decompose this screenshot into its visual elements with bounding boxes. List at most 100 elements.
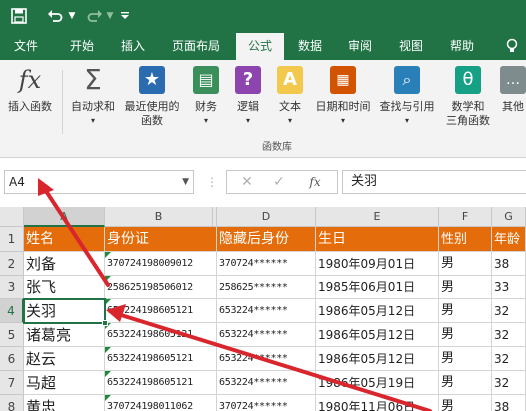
cell-hidden-id[interactable]: 653224****** — [217, 347, 316, 371]
name-box[interactable]: A4 ▼ — [4, 170, 194, 194]
tab-insert[interactable]: 插入 — [110, 33, 156, 60]
formula-bar-grip[interactable]: ⋮ — [206, 175, 218, 189]
enter-icon[interactable]: ✓ — [267, 171, 291, 193]
cell-name[interactable]: 张飞 — [24, 276, 105, 299]
lightbulb-icon[interactable] — [500, 33, 524, 60]
header-cell-name[interactable]: 姓名 — [24, 227, 105, 252]
tab-data[interactable]: 数据 — [288, 33, 332, 60]
fill-handle[interactable] — [102, 320, 108, 326]
autosum-button[interactable]: Σ 自动求和 ▾ — [66, 66, 120, 136]
cell-sex[interactable]: 男 — [439, 371, 492, 395]
select-all-corner[interactable] — [0, 207, 24, 227]
column-header-b[interactable]: B — [105, 207, 213, 227]
save-icon[interactable] — [8, 6, 30, 26]
cell-age[interactable]: 32 — [492, 299, 526, 323]
date-time-button[interactable]: ▦ 日期和时间 ▾ — [312, 66, 374, 136]
financial-button[interactable]: ▤ 财务 ▾ — [186, 66, 226, 136]
header-cell-id[interactable]: 身份证 — [105, 227, 217, 252]
lookup-reference-button[interactable]: ⌕ 查找与引用 ▾ — [376, 66, 438, 136]
insert-function-button[interactable]: fx 插入函数 — [4, 66, 56, 136]
header-cell-birthday[interactable]: 生日 — [316, 227, 439, 252]
undo-dropdown-icon[interactable]: ▼ — [66, 6, 78, 26]
tab-home[interactable]: 开始 — [54, 33, 110, 60]
cell-sex[interactable]: 男 — [439, 276, 492, 299]
cell-sex[interactable]: 男 — [439, 395, 492, 411]
formula-input[interactable]: 关羽 — [342, 170, 526, 194]
cell-birthday[interactable]: 1985年06月01日 — [316, 276, 439, 299]
tab-help[interactable]: 帮助 — [440, 33, 484, 60]
cell-age[interactable]: 38 — [492, 395, 526, 411]
cell-id[interactable]: 653224198605121 — [105, 371, 217, 395]
cell-birthday[interactable]: 1986年05月12日 — [316, 347, 439, 371]
column-header-d[interactable]: D — [217, 207, 316, 227]
row-header-6[interactable]: 6 — [0, 347, 24, 371]
cell-sex[interactable]: 男 — [439, 299, 492, 323]
cell-birthday[interactable]: 1980年11月06日 — [316, 395, 439, 411]
cell-name[interactable]: 赵云 — [24, 347, 105, 371]
chevron-down-icon: ▾ — [203, 116, 208, 125]
row-header-3[interactable]: 3 — [0, 276, 24, 299]
header-cell-age[interactable]: 年龄 — [492, 227, 526, 252]
chevron-down-icon[interactable]: ▼ — [182, 171, 189, 193]
cell-id[interactable]: 258625198506012 — [105, 276, 217, 299]
undo-icon[interactable] — [44, 6, 66, 26]
customize-toolbar-icon[interactable] — [118, 6, 132, 26]
text-button[interactable]: A 文本 ▾ — [270, 66, 310, 136]
cell-name[interactable]: 诸葛亮 — [24, 323, 105, 347]
row-header-5[interactable]: 5 — [0, 323, 24, 347]
cell-name[interactable]: 刘备 — [24, 252, 105, 276]
cell-sex[interactable]: 男 — [439, 323, 492, 347]
cell-name[interactable]: 黄忠 — [24, 395, 105, 411]
cell-sex[interactable]: 男 — [439, 347, 492, 371]
cell-hidden-id[interactable]: 653224****** — [217, 323, 316, 347]
cell-name[interactable]: 马超 — [24, 371, 105, 395]
cell-age[interactable]: 32 — [492, 371, 526, 395]
column-header-a[interactable]: A — [24, 207, 105, 227]
row-header-8[interactable]: 8 — [0, 395, 24, 411]
cell-id[interactable]: 370724198009012 — [105, 252, 217, 276]
cell-hidden-id[interactable]: 653224****** — [217, 371, 316, 395]
text-label: 文本 — [279, 100, 301, 113]
cell-hidden-id[interactable]: 370724****** — [217, 252, 316, 276]
cell-name-selected[interactable]: 关羽 — [24, 299, 105, 323]
row-header-2[interactable]: 2 — [0, 252, 24, 276]
cell-hidden-id[interactable]: 258625****** — [217, 276, 316, 299]
tab-view[interactable]: 视图 — [388, 33, 434, 60]
tab-formulas[interactable]: 公式 — [236, 33, 284, 60]
math-trig-button[interactable]: θ 数学和 三角函数 — [440, 66, 496, 136]
tab-page-layout[interactable]: 页面布局 — [160, 33, 232, 60]
cell-hidden-id[interactable]: 370724****** — [217, 395, 316, 411]
cancel-icon[interactable]: ✕ — [235, 171, 259, 193]
redo-dropdown-icon[interactable]: ▼ — [104, 6, 116, 26]
row-header-7[interactable]: 7 — [0, 371, 24, 395]
cell-age[interactable]: 38 — [492, 252, 526, 276]
recently-used-button[interactable]: ★ 最近使用的 函数 — [122, 66, 182, 136]
error-indicator — [105, 395, 111, 401]
cell-age[interactable]: 32 — [492, 347, 526, 371]
cell-hidden-id[interactable]: 653224****** — [217, 299, 316, 323]
cell-age[interactable]: 33 — [492, 276, 526, 299]
cell-birthday[interactable]: 1986年05月12日 — [316, 299, 439, 323]
cell-id[interactable]: 653224198605121 — [105, 299, 217, 323]
cell-id[interactable]: 653224198605121 — [105, 323, 217, 347]
cell-birthday[interactable]: 1986年05月19日 — [316, 371, 439, 395]
row-header-1[interactable]: 1 — [0, 227, 24, 252]
cell-birthday[interactable]: 1980年09月01日 — [316, 252, 439, 276]
more-functions-button[interactable]: … 其他 — [500, 66, 526, 136]
row-header-4[interactable]: 4 — [0, 299, 24, 323]
column-header-f[interactable]: F — [439, 207, 492, 227]
header-cell-sex[interactable]: 性别 — [439, 227, 492, 252]
column-header-e[interactable]: E — [316, 207, 439, 227]
cell-age[interactable]: 32 — [492, 323, 526, 347]
redo-icon[interactable] — [84, 6, 106, 26]
logical-button[interactable]: ? 逻辑 ▾ — [228, 66, 268, 136]
header-cell-hidden-id[interactable]: 隐藏后身份 — [217, 227, 316, 252]
tab-review[interactable]: 审阅 — [338, 33, 382, 60]
tab-file[interactable]: 文件 — [0, 33, 52, 60]
cell-sex[interactable]: 男 — [439, 252, 492, 276]
cell-id[interactable]: 370724198011062 — [105, 395, 217, 411]
insert-function-icon[interactable]: fx — [303, 171, 327, 193]
cell-id[interactable]: 653224198605121 — [105, 347, 217, 371]
cell-birthday[interactable]: 1986年05月12日 — [316, 323, 439, 347]
column-header-g[interactable]: G — [492, 207, 526, 227]
